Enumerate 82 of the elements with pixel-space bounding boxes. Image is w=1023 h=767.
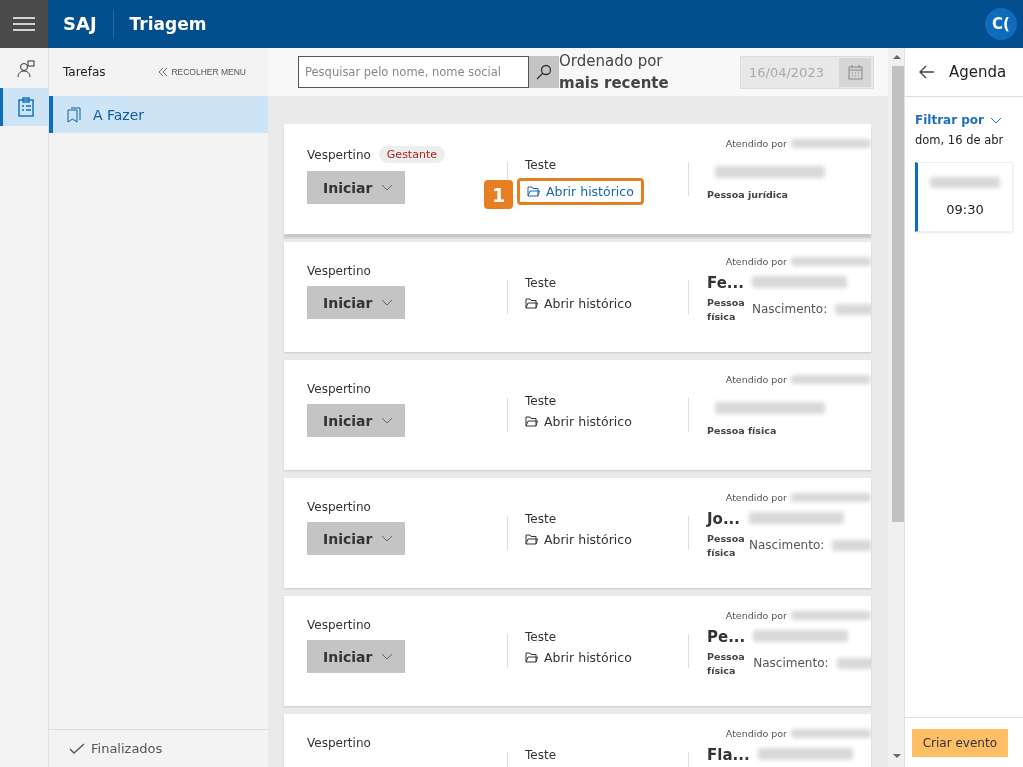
folder-icon bbox=[527, 186, 540, 197]
agenda-event[interactable]: 09:30 bbox=[915, 162, 1013, 232]
person-name: Jo... bbox=[707, 510, 741, 528]
collapse-menu-button[interactable]: RECOLHER MENU bbox=[159, 67, 246, 77]
sidebar-item[interactable]: A Fazer bbox=[49, 96, 268, 133]
agenda-title: Agenda bbox=[949, 63, 1007, 81]
step-badge: 1 bbox=[484, 180, 513, 209]
attended-label: Atendido por bbox=[725, 610, 787, 621]
history-link[interactable]: Abrir histórico bbox=[525, 414, 632, 429]
double-chevron-left-icon bbox=[159, 68, 169, 76]
chevron-down-icon bbox=[381, 534, 393, 543]
history-link[interactable]: Abrir histórico bbox=[517, 178, 644, 205]
birth-label: Nascimento: bbox=[751, 302, 828, 316]
sort-value[interactable]: mais recente bbox=[559, 72, 669, 94]
chevron-down-icon bbox=[990, 116, 1003, 124]
redacted-text bbox=[930, 177, 1000, 188]
history-link[interactable]: Abrir histórico bbox=[525, 532, 632, 547]
start-button[interactable]: Iniciar bbox=[307, 404, 405, 437]
tag-label: Gestante bbox=[378, 146, 445, 163]
menu-icon bbox=[13, 16, 35, 32]
attended-label: Atendido por bbox=[725, 138, 787, 149]
folder-icon bbox=[525, 298, 538, 309]
scrollbar[interactable] bbox=[888, 48, 904, 767]
back-arrow-icon[interactable] bbox=[919, 65, 935, 79]
shift-label: Vespertino bbox=[307, 500, 371, 514]
birth-label: Nascimento: bbox=[753, 656, 829, 670]
person-type: Pessoa física bbox=[707, 424, 778, 438]
person-type: Pessoa jurídica bbox=[707, 188, 790, 202]
attended-label: Atendido por bbox=[725, 492, 787, 503]
calendar-icon bbox=[847, 64, 863, 80]
filter-dropdown[interactable]: Filtrar por bbox=[915, 113, 1003, 127]
person-name: Fla... bbox=[707, 746, 750, 764]
attended-label: Atendido por bbox=[725, 374, 787, 385]
redacted-text bbox=[835, 303, 871, 315]
birth-label: Nascimento: bbox=[749, 538, 825, 552]
folder-icon bbox=[525, 652, 538, 663]
person-name: Pe... bbox=[707, 628, 746, 646]
chevron-down-icon bbox=[381, 298, 393, 307]
shift-label: Vespertino bbox=[307, 736, 371, 750]
checkmark-icon bbox=[69, 742, 85, 755]
shift-label: Vespertino bbox=[307, 147, 371, 162]
start-button[interactable]: Iniciar bbox=[307, 522, 405, 555]
rail-button[interactable] bbox=[0, 88, 48, 126]
folder-icon bbox=[525, 416, 538, 427]
attended-label: Atendido por bbox=[725, 728, 787, 739]
start-button[interactable]: Iniciar bbox=[307, 286, 405, 319]
chevron-down-icon bbox=[381, 183, 393, 192]
service-label: Teste bbox=[525, 394, 557, 408]
app-title: Triagem bbox=[129, 14, 208, 34]
redacted-text bbox=[836, 657, 871, 669]
bookmarks-icon bbox=[67, 106, 81, 123]
agenda-date: dom, 16 de abr bbox=[915, 133, 1005, 147]
person-name: Fe... bbox=[707, 274, 744, 292]
start-button[interactable]: Iniciar bbox=[307, 171, 405, 204]
person-chat-icon bbox=[15, 59, 36, 79]
user-avatar[interactable]: C( bbox=[985, 8, 1017, 40]
service-label: Teste bbox=[525, 158, 557, 172]
history-link[interactable]: Abrir histórico bbox=[525, 650, 632, 665]
service-label: Teste bbox=[525, 276, 557, 290]
attended-label: Atendido por bbox=[725, 256, 787, 267]
service-label: Teste bbox=[525, 748, 557, 762]
menu-button[interactable] bbox=[0, 0, 48, 48]
start-button[interactable]: Iniciar bbox=[307, 640, 405, 673]
service-label: Teste bbox=[525, 512, 557, 526]
search-field[interactable]: Pesquisar pelo nome, nome social bbox=[298, 56, 529, 88]
history-link[interactable]: Abrir histórico bbox=[525, 296, 632, 311]
search-icon bbox=[536, 64, 552, 80]
sidebar-title: Tarefas bbox=[63, 65, 106, 79]
chevron-down-icon bbox=[381, 416, 393, 425]
redacted-text bbox=[832, 539, 871, 551]
shift-label: Vespertino bbox=[307, 264, 371, 278]
chevron-down-icon bbox=[381, 652, 393, 661]
create-event-button[interactable]: Criar evento bbox=[911, 728, 1008, 757]
folder-icon bbox=[525, 534, 538, 545]
service-label: Teste bbox=[525, 630, 557, 644]
brand-logo: SAJ bbox=[63, 9, 114, 39]
clipboard-list-icon bbox=[16, 97, 35, 117]
shift-label: Vespertino bbox=[307, 618, 371, 632]
shift-label: Vespertino bbox=[307, 382, 371, 396]
sort-label: Ordenado por bbox=[559, 51, 664, 72]
event-time: 09:30 bbox=[946, 202, 984, 217]
search-button[interactable] bbox=[529, 56, 559, 88]
